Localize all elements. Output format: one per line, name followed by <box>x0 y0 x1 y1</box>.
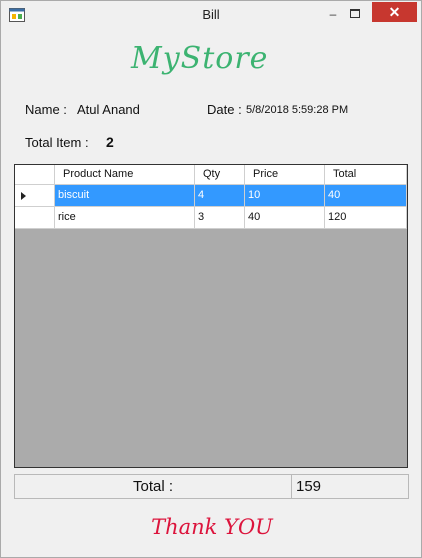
col-header-price[interactable]: Price <box>245 165 325 185</box>
store-brand: MyStore <box>131 41 269 76</box>
cell-qty[interactable]: 3 <box>195 207 245 229</box>
name-label: Name : <box>25 102 67 117</box>
cell-total[interactable]: 40 <box>325 185 407 207</box>
cell-product[interactable]: rice <box>55 207 195 229</box>
table-row[interactable]: biscuit 4 10 40 <box>15 185 407 207</box>
col-header-total[interactable]: Total <box>325 165 407 185</box>
maximize-icon <box>350 9 360 18</box>
grid-header: Product Name Qty Price Total <box>15 165 407 185</box>
minimize-button[interactable]: – <box>323 6 343 22</box>
bill-date: 5/8/2018 5:59:28 PM <box>246 104 349 116</box>
cell-price[interactable]: 40 <box>245 207 325 229</box>
table-row[interactable]: rice 3 40 120 <box>15 207 407 229</box>
total-item-label: Total Item : <box>25 135 89 150</box>
items-grid[interactable]: Product Name Qty Price Total biscuit 4 1… <box>14 164 408 468</box>
title-bar[interactable]: Bill – ✕ <box>1 1 421 31</box>
cell-product[interactable]: biscuit <box>55 185 195 207</box>
row-header[interactable] <box>15 207 55 229</box>
cell-total[interactable]: 120 <box>325 207 407 229</box>
row-header[interactable] <box>15 185 55 207</box>
maximize-button[interactable] <box>344 6 366 22</box>
close-button[interactable]: ✕ <box>372 2 417 22</box>
col-header-product[interactable]: Product Name <box>55 165 195 185</box>
bill-form: MyStore Name : Atul Anand Date : 5/8/201… <box>9 31 415 551</box>
date-label: Date : <box>207 102 242 117</box>
bill-window: Bill – ✕ MyStore Name : Atul Anand Date … <box>0 0 422 558</box>
col-header-qty[interactable]: Qty <box>195 165 245 185</box>
total-item-count: 2 <box>106 134 114 150</box>
cell-qty[interactable]: 4 <box>195 185 245 207</box>
grand-total-label: Total : <box>15 475 292 498</box>
thank-you-message: Thank YOU <box>151 515 273 539</box>
grand-total-box: Total : 159 <box>14 474 409 499</box>
customer-name: Atul Anand <box>77 102 140 117</box>
grid-corner-cell[interactable] <box>15 165 55 185</box>
grand-total-value: 159 <box>296 478 322 495</box>
cell-price[interactable]: 10 <box>245 185 325 207</box>
row-pointer-icon <box>21 192 26 200</box>
